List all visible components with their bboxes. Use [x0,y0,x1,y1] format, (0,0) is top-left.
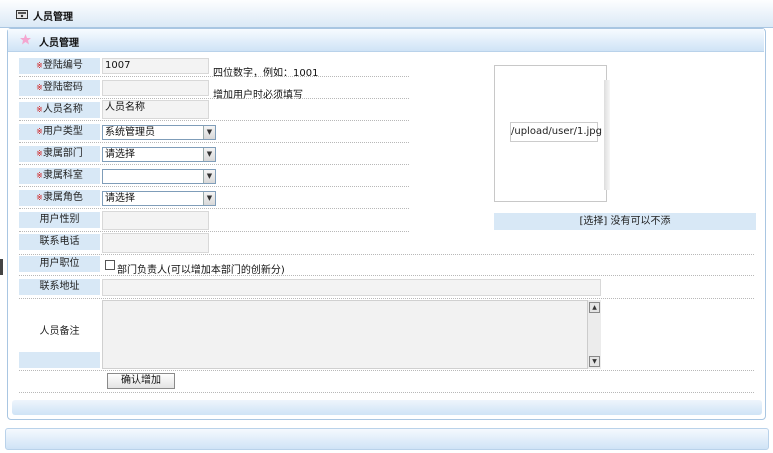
window-titlebar: 人员管理 [0,0,773,28]
login-no-label: ※登陆编号 [19,58,100,74]
row-divider [19,392,754,393]
row-divider [19,298,754,299]
row-divider [19,254,754,255]
gender-label: 用户性别 [19,212,100,228]
panel-title: 人员管理 [39,38,79,49]
chevron-down-icon[interactable]: ▼ [203,126,215,139]
dept-head-checkbox[interactable] [105,260,115,270]
scroll-down-icon[interactable]: ▼ [589,356,600,367]
chevron-down-icon[interactable]: ▼ [203,148,215,161]
panel-header: 人员管理 [8,29,764,52]
user-type-select[interactable]: 系统管理员 ▼ [102,125,216,140]
required-mark: ※ [36,105,43,114]
required-mark: ※ [36,193,43,202]
row-divider [19,120,409,121]
remark-label-strip [19,352,100,368]
role-select[interactable]: 请选择 ▼ [102,191,216,206]
window-title: 人员管理 [33,12,73,23]
login-pwd-input[interactable] [102,80,209,96]
gender-input[interactable] [102,211,209,230]
address-label: 联系地址 [19,279,100,295]
department-label-text: 隶属部门 [42,148,83,159]
row-divider [19,370,754,371]
login-no-input[interactable]: 1007 [102,58,209,74]
confirm-add-button[interactable]: 确认增加 [107,373,175,389]
person-name-label-text: 人员名称 [42,104,83,115]
login-pwd-label-text: 登陆密码 [42,82,83,93]
row-divider [19,275,754,276]
department-selected: 请选择 [105,149,135,160]
left-edge-marker [0,259,3,275]
row-divider [19,76,409,77]
chevron-down-icon[interactable]: ▼ [203,192,215,205]
phone-input[interactable] [102,233,209,253]
department-label: ※隶属部门 [19,146,100,162]
chevron-down-icon[interactable]: ▼ [203,170,215,183]
phone-label: 联系电话 [19,234,100,250]
row-divider [19,142,409,143]
app-window-icon [16,10,28,19]
row-divider [19,231,409,232]
remark-scrollbar[interactable]: ▲ ▼ [587,300,601,369]
role-label-text: 隶属角色 [42,192,83,203]
panel-footer [12,400,762,415]
required-mark: ※ [36,149,43,158]
user-type-label-text: 用户类型 [42,126,83,137]
photo-path: /upload/user/1.jpg [510,122,602,142]
bottom-bar [5,428,769,450]
remark-textarea[interactable] [102,300,601,369]
dept-head-checkbox-label: 部门负责人(可以增加本部门的创新分) [117,265,285,276]
user-type-label: ※用户类型 [19,124,100,140]
login-pwd-label: ※登陆密码 [19,80,100,96]
section-label-text: 隶属科室 [42,170,83,181]
person-name-label: ※人员名称 [19,102,100,118]
required-mark: ※ [36,83,43,92]
role-label: ※隶属角色 [19,190,100,206]
role-selected: 请选择 [105,193,135,204]
star-icon [20,34,31,45]
row-divider [19,208,409,209]
person-name-input[interactable]: 人员名称 [102,100,209,119]
user-type-selected: 系统管理员 [105,127,155,138]
required-mark: ※ [36,127,43,136]
position-label: 用户职位 [19,256,100,272]
login-no-label-text: 登陆编号 [42,60,83,71]
choose-photo-link[interactable]: [选择] 没有可以不添 [494,213,756,230]
section-label: ※隶属科室 [19,168,100,184]
scroll-up-icon[interactable]: ▲ [589,302,600,313]
photo-shadow [604,80,610,190]
row-divider [19,98,409,99]
department-select[interactable]: 请选择 ▼ [102,147,216,162]
address-input[interactable] [102,279,601,296]
section-select[interactable]: ▼ [102,169,216,184]
required-mark: ※ [36,61,43,70]
row-divider [19,186,409,187]
row-divider [19,164,409,165]
required-mark: ※ [36,171,43,180]
